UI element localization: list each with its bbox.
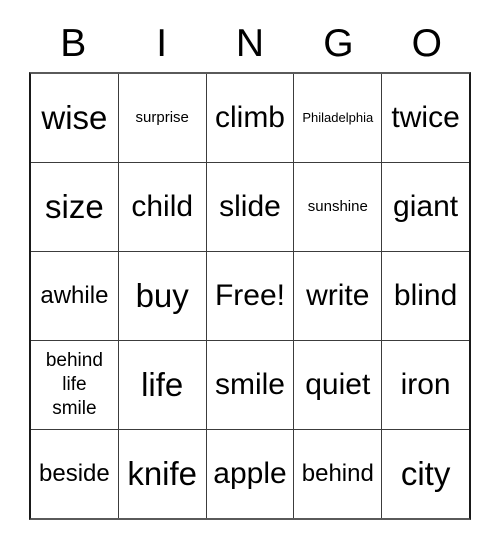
bingo-cell[interactable]: climb: [205, 74, 294, 162]
bingo-cell-label: apple: [213, 456, 287, 490]
bingo-cell-label: behind life smile: [45, 350, 103, 419]
bingo-cell-label: Free!: [214, 278, 285, 312]
bingo-cell[interactable]: blind: [381, 252, 469, 340]
bingo-cell[interactable]: beside: [31, 430, 118, 518]
bingo-cell[interactable]: size: [31, 163, 118, 251]
bingo-cell[interactable]: apple: [205, 430, 294, 518]
bingo-cell-label: wise: [41, 99, 108, 137]
bingo-row: behind life smile life smile quiet iron: [31, 340, 469, 429]
bingo-cell-label: buy: [135, 277, 189, 315]
bingo-cell-label: blind: [393, 278, 458, 312]
bingo-cell[interactable]: iron: [381, 341, 469, 429]
bingo-cell[interactable]: life: [117, 341, 206, 429]
bingo-cell-label: size: [45, 188, 104, 226]
bingo-cell-label: giant: [393, 189, 459, 223]
bingo-cell-label: behind: [301, 460, 374, 488]
bingo-cell[interactable]: smile: [205, 341, 294, 429]
bingo-cell-label: write: [306, 278, 370, 312]
bingo-cell-label: city: [400, 455, 451, 493]
bingo-cell-label: awhile: [40, 282, 109, 310]
bingo-cell-label: climb: [214, 100, 285, 134]
bingo-cell-free[interactable]: Free!: [205, 252, 294, 340]
bingo-header-letter-i: I: [156, 21, 168, 65]
bingo-row: size child slide sunshine giant: [31, 162, 469, 251]
bingo-cell-label: surprise: [135, 108, 189, 126]
bingo-header-letter-n: N: [235, 21, 265, 65]
bingo-cell-label: knife: [127, 455, 198, 493]
bingo-cell-label: iron: [400, 367, 451, 401]
bingo-card: B I N G O wise surprise climb Philadelph…: [29, 14, 471, 520]
bingo-cell[interactable]: buy: [117, 252, 206, 340]
bingo-header-letter-g: G: [323, 21, 354, 65]
bingo-cell[interactable]: knife: [117, 430, 206, 518]
bingo-cell[interactable]: child: [117, 163, 206, 251]
bingo-header-letter-b: B: [60, 21, 87, 65]
bingo-cell[interactable]: behind: [293, 430, 381, 518]
bingo-cell[interactable]: surprise: [117, 74, 206, 162]
bingo-cell[interactable]: behind life smile: [31, 341, 118, 429]
bingo-cell[interactable]: twice: [381, 74, 469, 162]
bingo-header-row: B I N G O: [29, 14, 471, 72]
bingo-header-letter-o: O: [411, 21, 442, 65]
bingo-grid: wise surprise climb Philadelphia twice s…: [29, 72, 471, 520]
bingo-cell-label: beside: [39, 460, 110, 488]
bingo-cell[interactable]: giant: [381, 163, 469, 251]
bingo-cell-label: quiet: [305, 367, 371, 401]
bingo-cell-label: slide: [219, 189, 281, 223]
bingo-row: beside knife apple behind city: [31, 429, 469, 518]
bingo-cell[interactable]: awhile: [31, 252, 118, 340]
bingo-cell-label: child: [131, 189, 194, 223]
bingo-cell-label: Philadelphia: [302, 109, 374, 125]
bingo-cell[interactable]: wise: [31, 74, 118, 162]
bingo-cell-label: sunshine: [307, 197, 368, 215]
bingo-row: awhile buy Free! write blind: [31, 251, 469, 340]
bingo-cell-label: life: [141, 366, 184, 404]
bingo-cell[interactable]: Philadelphia: [293, 74, 381, 162]
bingo-cell-label: smile: [214, 367, 285, 401]
bingo-cell[interactable]: slide: [205, 163, 294, 251]
bingo-cell-label: twice: [391, 100, 460, 134]
bingo-cell[interactable]: sunshine: [293, 163, 381, 251]
bingo-cell[interactable]: write: [293, 252, 381, 340]
bingo-row: wise surprise climb Philadelphia twice: [31, 74, 469, 162]
bingo-cell[interactable]: city: [381, 430, 469, 518]
bingo-cell[interactable]: quiet: [293, 341, 381, 429]
